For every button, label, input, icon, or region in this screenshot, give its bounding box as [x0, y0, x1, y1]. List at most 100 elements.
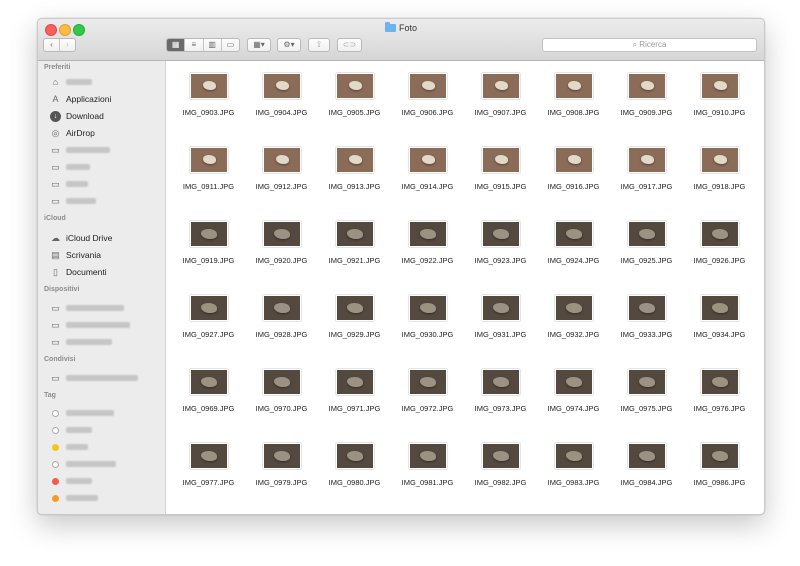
file-item[interactable]: IMG_0923.JPG [464, 219, 537, 293]
sidebar-item-folder[interactable]: ▭ [50, 177, 88, 191]
image-thumbnail [408, 443, 447, 469]
arrange-button[interactable]: ▦▾ [247, 38, 271, 52]
sidebar-item-home[interactable]: ⌂ [50, 75, 92, 89]
sidebar-item-tag[interactable] [50, 491, 98, 505]
file-item[interactable]: IMG_0904.JPG [245, 71, 318, 145]
sidebar-item-shared[interactable]: ▭ [50, 371, 138, 385]
file-item[interactable]: IMG_0932.JPG [537, 293, 610, 367]
file-item[interactable]: IMG_0905.JPG [318, 71, 391, 145]
back-button[interactable]: ‹ [44, 39, 60, 51]
file-item[interactable]: IMG_0909.JPG [610, 71, 683, 145]
search-field[interactable]: ⌕ Ricerca [542, 38, 757, 52]
share-button[interactable]: ⇧ [308, 38, 330, 52]
file-item[interactable]: IMG_0974.JPG [537, 367, 610, 441]
file-item[interactable]: IMG_0977.JPG [172, 441, 245, 514]
list-view-button[interactable]: ≡ [185, 39, 204, 51]
file-item[interactable]: IMG_0934.JPG [683, 293, 756, 367]
share-icon: ⇧ [315, 40, 323, 49]
file-item[interactable]: IMG_0920.JPG [245, 219, 318, 293]
file-item[interactable]: IMG_0918.JPG [683, 145, 756, 219]
image-thumbnail [481, 221, 520, 247]
file-item[interactable]: IMG_0913.JPG [318, 145, 391, 219]
file-item[interactable]: IMG_0973.JPG [464, 367, 537, 441]
file-item[interactable]: IMG_0930.JPG [391, 293, 464, 367]
file-item[interactable]: IMG_0921.JPG [318, 219, 391, 293]
file-item[interactable]: IMG_0970.JPG [245, 367, 318, 441]
sidebar-item-documenti[interactable]: ▯ Documenti [50, 265, 107, 279]
file-item[interactable]: IMG_0972.JPG [391, 367, 464, 441]
file-item[interactable]: IMG_0933.JPG [610, 293, 683, 367]
cover-flow-view-button[interactable]: ▭ [222, 39, 239, 51]
airdrop-icon: ◎ [51, 127, 60, 138]
file-name: IMG_0904.JPG [255, 108, 308, 117]
file-item[interactable]: IMG_0984.JPG [610, 441, 683, 514]
sidebar-item-scrivania[interactable]: ▤ Scrivania [50, 248, 101, 262]
file-item[interactable]: IMG_0982.JPG [464, 441, 537, 514]
sidebar-item-device[interactable]: ▭ [50, 335, 112, 349]
sidebar-item-download[interactable]: ↓ Download [50, 109, 104, 123]
sidebar-item-folder[interactable]: ▭ [50, 160, 90, 174]
sidebar-item-device[interactable]: ▭ [50, 318, 130, 332]
file-item[interactable]: IMG_0924.JPG [537, 219, 610, 293]
file-item[interactable]: IMG_0971.JPG [318, 367, 391, 441]
sidebar-item-device[interactable]: ▭ [50, 301, 124, 315]
sidebar-item-applicazioni[interactable]: A Applicazioni [50, 92, 111, 106]
image-thumbnail [262, 443, 301, 469]
file-item[interactable]: IMG_0903.JPG [172, 71, 245, 145]
file-name: IMG_0921.JPG [328, 256, 381, 265]
file-item[interactable]: IMG_0979.JPG [245, 441, 318, 514]
image-thumbnail [627, 295, 666, 321]
image-thumbnail [627, 443, 666, 469]
sidebar-item-tag[interactable] [50, 440, 88, 454]
file-name: IMG_0926.JPG [693, 256, 746, 265]
file-item[interactable]: IMG_0981.JPG [391, 441, 464, 514]
forward-button[interactable]: › [60, 39, 75, 51]
column-view-button[interactable]: ▥ [204, 39, 222, 51]
sidebar-item-folder[interactable]: ▭ [50, 143, 110, 157]
file-item[interactable]: IMG_0926.JPG [683, 219, 756, 293]
file-item[interactable]: IMG_0928.JPG [245, 293, 318, 367]
file-item[interactable]: IMG_0906.JPG [391, 71, 464, 145]
file-item[interactable]: IMG_0915.JPG [464, 145, 537, 219]
sidebar-item-tag[interactable] [50, 406, 114, 420]
file-item[interactable]: IMG_0931.JPG [464, 293, 537, 367]
file-item[interactable]: IMG_0980.JPG [318, 441, 391, 514]
image-thumbnail [262, 73, 301, 99]
tag-color-dot [52, 494, 59, 502]
search-placeholder: Ricerca [639, 40, 667, 49]
image-thumbnail [554, 443, 593, 469]
sidebar-item-tag[interactable] [50, 457, 116, 471]
sidebar-item-tag[interactable] [50, 474, 92, 488]
file-item[interactable]: IMG_0914.JPG [391, 145, 464, 219]
computer-icon: ▭ [51, 302, 60, 313]
sidebar-item-tag[interactable] [50, 423, 92, 437]
sidebar-item-icloud-drive[interactable]: ☁ iCloud Drive [50, 231, 112, 245]
file-item[interactable]: IMG_0912.JPG [245, 145, 318, 219]
file-item[interactable]: IMG_0908.JPG [537, 71, 610, 145]
image-thumbnail [262, 369, 301, 395]
file-item[interactable]: IMG_0969.JPG [172, 367, 245, 441]
image-thumbnail [189, 221, 228, 247]
action-button[interactable]: ⚙▾ [277, 38, 301, 52]
file-item[interactable]: IMG_0917.JPG [610, 145, 683, 219]
file-item[interactable]: IMG_0976.JPG [683, 367, 756, 441]
icon-view-button[interactable]: ▦ [167, 39, 186, 51]
file-item[interactable]: IMG_0907.JPG [464, 71, 537, 145]
file-item[interactable]: IMG_0975.JPG [610, 367, 683, 441]
applications-icon: A [52, 94, 59, 104]
file-item[interactable]: IMG_0986.JPG [683, 441, 756, 514]
file-item[interactable]: IMG_0919.JPG [172, 219, 245, 293]
sidebar-item-airdrop[interactable]: ◎ AirDrop [50, 126, 95, 140]
file-item[interactable]: IMG_0983.JPG [537, 441, 610, 514]
file-item[interactable]: IMG_0916.JPG [537, 145, 610, 219]
list-icon: ≡ [191, 40, 197, 49]
file-item[interactable]: IMG_0925.JPG [610, 219, 683, 293]
file-item[interactable]: IMG_0922.JPG [391, 219, 464, 293]
sidebar-item-folder[interactable]: ▭ [50, 194, 96, 208]
file-item[interactable]: IMG_0929.JPG [318, 293, 391, 367]
file-item[interactable]: IMG_0910.JPG [683, 71, 756, 145]
edit-tags-button[interactable]: ⊂⊃ [337, 38, 362, 52]
file-name: IMG_0970.JPG [255, 404, 308, 413]
file-item[interactable]: IMG_0927.JPG [172, 293, 245, 367]
file-item[interactable]: IMG_0911.JPG [172, 145, 245, 219]
